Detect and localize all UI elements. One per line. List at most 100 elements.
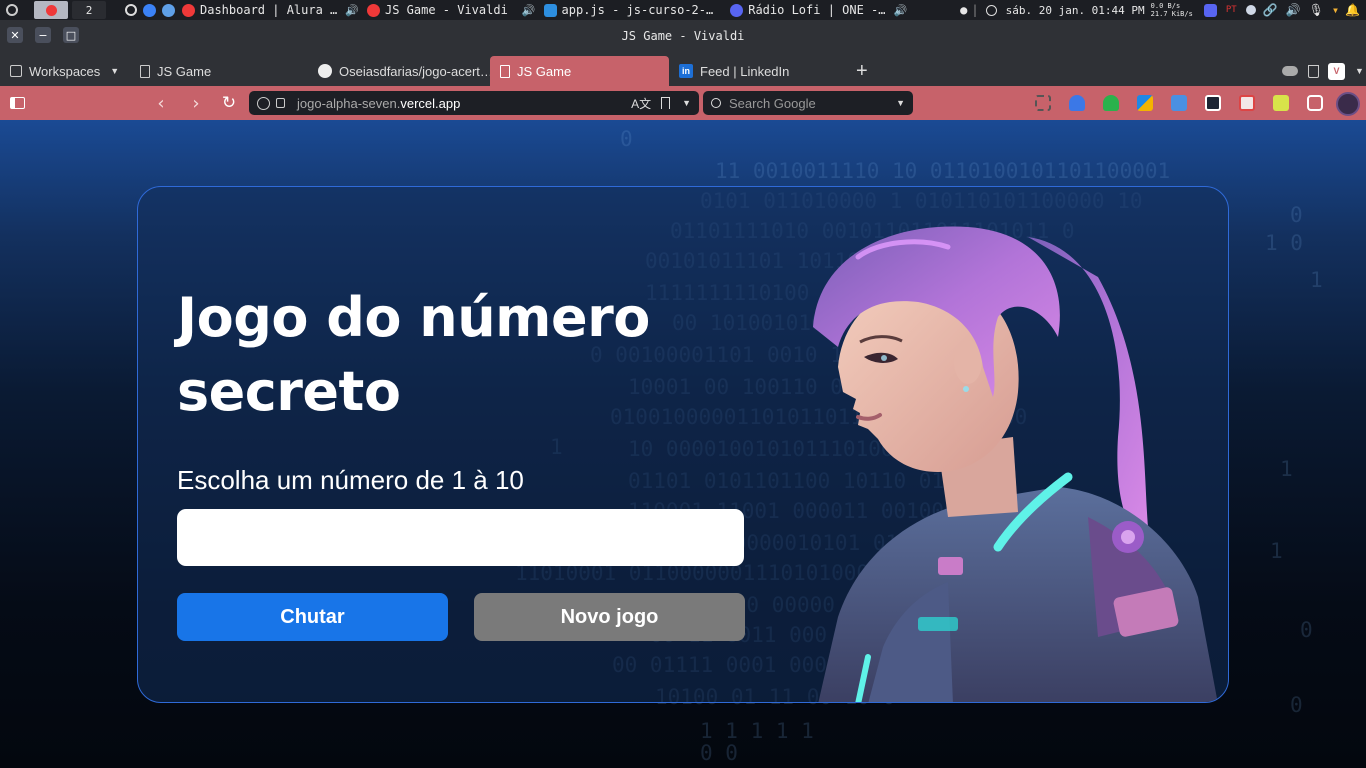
tab-github[interactable]: Oseiasdfarias/jogo-acert…: [308, 56, 490, 86]
plus-icon: +: [856, 59, 868, 82]
binary-digit: 0: [620, 127, 633, 151]
taskbar-item-vscode[interactable]: app.js - js-curso-2-…: [541, 3, 714, 17]
settings-icon[interactable]: [125, 4, 137, 16]
window-titlebar: ✕ − □ JS Game - Vivaldi: [0, 20, 1366, 54]
forward-button[interactable]: ›: [186, 93, 206, 114]
taskbar-item-label: JS Game - Vivaldi: [384, 3, 508, 17]
clock-icon: [985, 4, 997, 16]
extension-adblock-icon[interactable]: [1103, 95, 1119, 111]
reload-button[interactable]: ↻: [219, 93, 239, 113]
new-game-button[interactable]: Novo jogo: [474, 593, 745, 641]
extensions-menu-icon[interactable]: [1307, 95, 1323, 111]
astronaut-girl-illustration: [813, 226, 1218, 702]
guess-button[interactable]: Chutar: [177, 593, 448, 641]
page-icon: [140, 64, 150, 78]
extension-arrows-icon[interactable]: [1035, 95, 1051, 111]
sync-cloud-button[interactable]: [1272, 56, 1300, 86]
microphone-icon[interactable]: 🎙: [1309, 3, 1324, 17]
taskbar-item-label: app.js - js-curso-2-…: [561, 3, 714, 17]
extension-battery-icon[interactable]: [1273, 95, 1289, 111]
extension-shield-icon[interactable]: [1069, 95, 1085, 111]
new-tab-button[interactable]: +: [848, 56, 878, 86]
binary-digit: 0: [1290, 203, 1303, 227]
binary-digit: 1: [1270, 539, 1283, 563]
tab-label: JS Game: [517, 63, 572, 79]
discord-icon: [730, 3, 744, 17]
binary-digit: 0 0: [700, 741, 738, 765]
url-domain: vercel.app: [400, 95, 461, 111]
tab-label: Feed | LinkedIn: [700, 63, 790, 79]
wifi-icon[interactable]: ▾: [1332, 3, 1339, 17]
url-prefix: jogo-alpha-seven.: [297, 95, 401, 111]
tab-label: Oseiasdfarias/jogo-acert…: [339, 63, 490, 79]
net-up: 0.0 B/s: [1150, 2, 1181, 10]
speaker-icon[interactable]: 🔊: [894, 4, 908, 17]
workspaces-button[interactable]: Workspaces ▼: [0, 56, 128, 86]
binary-digit: 1: [1310, 268, 1323, 292]
taskbar-item-label: Dashboard | Alura …: [200, 3, 338, 17]
binary-digit: 0: [1290, 693, 1303, 717]
vivaldi-icon: [182, 3, 195, 17]
title-line-1: Jogo do número: [177, 286, 650, 349]
search-icon: [711, 98, 721, 108]
tab-js-game-active[interactable]: JS Game: [490, 56, 669, 86]
window-title: JS Game - Vivaldi: [621, 29, 745, 43]
tab-label: JS Game: [157, 63, 212, 79]
appstore-icon[interactable]: [143, 3, 156, 17]
translate-icon[interactable]: A文: [631, 95, 651, 112]
sidebar-icon: [9, 97, 25, 109]
taskbar-item-js-game[interactable]: JS Game - Vivaldi: [364, 3, 508, 17]
browser-icon[interactable]: [162, 3, 175, 17]
chevron-down-icon[interactable]: ▼: [896, 98, 905, 108]
vivaldi-menu-button[interactable]: V ▼: [1318, 56, 1366, 86]
vivaldi-icon: [45, 4, 57, 16]
bookmark-icon[interactable]: [661, 97, 671, 109]
guess-input[interactable]: [177, 509, 744, 566]
system-panel: 2 Dashboard | Alura … 🔊 JS Game - Vivald…: [0, 0, 1366, 20]
tab-linkedin[interactable]: in Feed | LinkedIn: [669, 56, 849, 86]
tab-js-game-1[interactable]: JS Game: [130, 56, 310, 86]
avatar[interactable]: [1336, 92, 1360, 116]
linkedin-icon: in: [679, 64, 693, 78]
chevron-down-icon: ▼: [1355, 66, 1364, 76]
search-placeholder: Search Google: [729, 95, 816, 111]
clock[interactable]: sáb. 20 jan. 01:44 PM: [1006, 4, 1145, 17]
separator: |: [971, 3, 979, 17]
page-title: Jogo do número secreto: [177, 281, 717, 429]
launcher-button[interactable]: [2, 1, 22, 19]
droplet-icon[interactable]: ●: [960, 3, 967, 17]
lock-icon[interactable]: [276, 98, 285, 108]
speaker-icon[interactable]: 🔊: [522, 4, 536, 17]
discord-tray-icon[interactable]: [1203, 3, 1217, 17]
address-field[interactable]: jogo-alpha-seven. vercel.app A文 ▼: [249, 91, 699, 115]
chevron-down-icon: ▼: [110, 66, 120, 76]
guess-prompt: Escolha um número de 1 à 10: [177, 465, 524, 495]
taskbar-item-discord[interactable]: Rádio Lofi | ONE -…: [727, 3, 886, 17]
extension-hex-icon[interactable]: [1205, 95, 1221, 111]
speaker-icon[interactable]: 🔊: [345, 4, 359, 17]
title-line-2: secreto: [177, 360, 401, 423]
chevron-down-icon[interactable]: ▼: [682, 98, 691, 108]
launcher-icon: [6, 4, 18, 16]
page-icon: [500, 64, 510, 78]
taskbar-item-dashboard[interactable]: Dashboard | Alura …: [179, 3, 337, 17]
cloud-icon: [1282, 66, 1298, 76]
link-icon[interactable]: 🔗: [1263, 3, 1278, 17]
bell-icon[interactable]: 🔔: [1345, 3, 1360, 17]
pager-desktop-1[interactable]: [34, 1, 68, 19]
volume-icon[interactable]: 🔊: [1286, 3, 1301, 17]
search-field[interactable]: Search Google ▼: [703, 91, 913, 115]
extension-color-icon[interactable]: [1137, 95, 1153, 111]
binary-digit: 0: [1300, 618, 1313, 642]
binary-digit: 11 0010011110 10 0110100101101100001: [715, 159, 1171, 183]
tracker-block-icon[interactable]: [257, 96, 270, 110]
panel-toggle-button[interactable]: [7, 93, 27, 113]
network-speed: 0.0 B/s 21.7 KiB/s: [1151, 2, 1193, 18]
pager-desktop-2[interactable]: 2: [72, 1, 106, 19]
back-button[interactable]: ‹: [151, 93, 171, 114]
extension-translate-icon[interactable]: [1171, 95, 1187, 111]
keyboard-layout[interactable]: PT: [1226, 5, 1237, 15]
extension-puzzle-red-icon[interactable]: [1239, 95, 1255, 111]
gear-icon[interactable]: [1245, 5, 1256, 15]
workspace-number: 2: [85, 3, 93, 17]
